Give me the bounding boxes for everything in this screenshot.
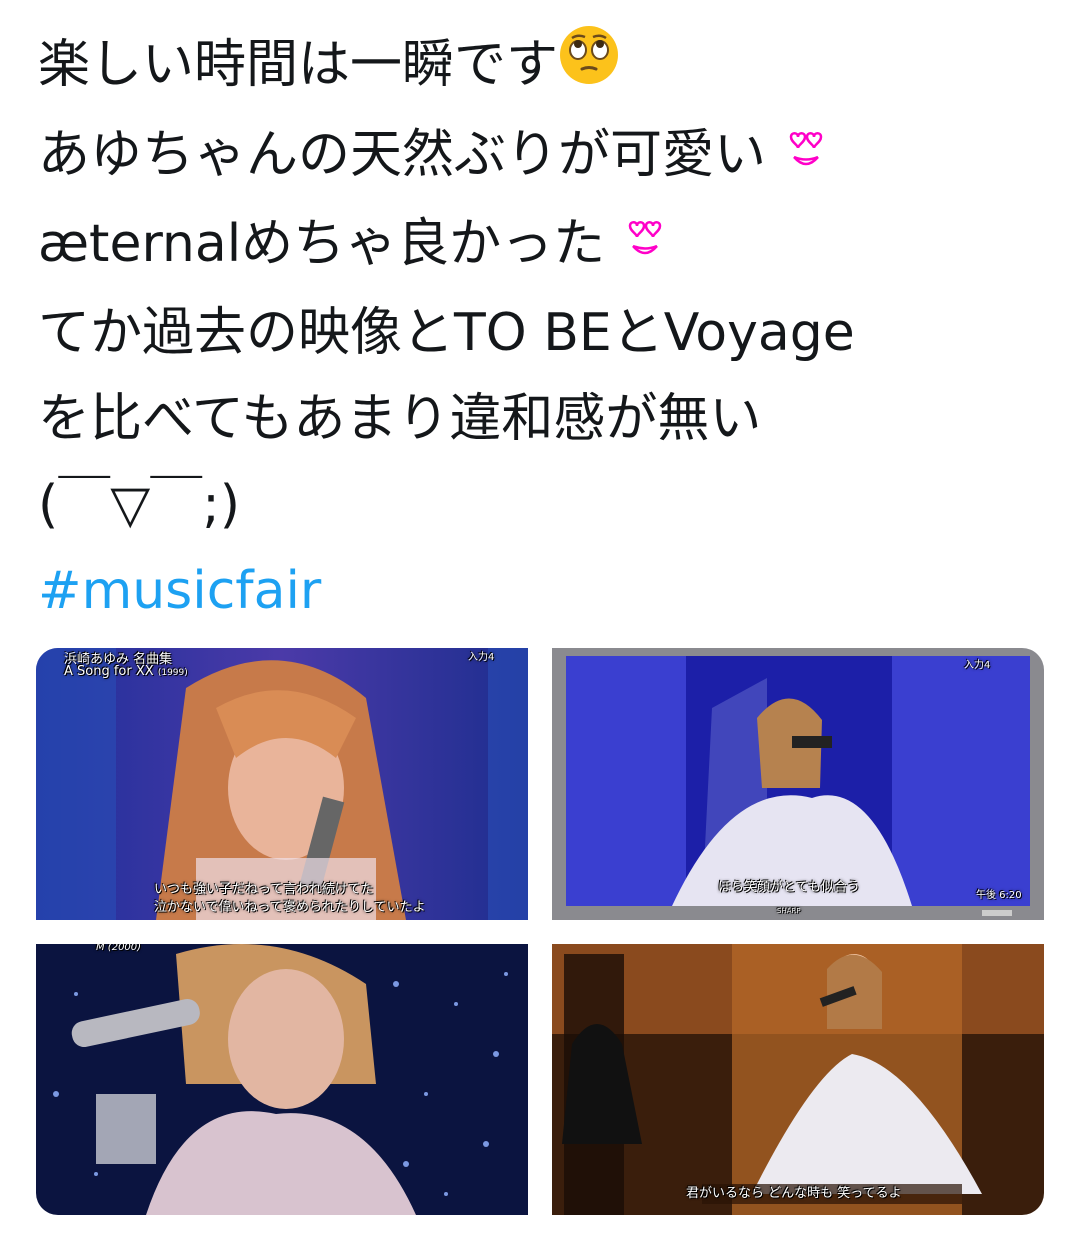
tweet-line: (￣▽￣;) bbox=[38, 475, 241, 535]
photo-3-image bbox=[36, 944, 528, 1215]
photo-1-subtitle-1: いつも強い子だねって言われ続けてた bbox=[154, 882, 374, 897]
media-grid: 浜崎あゆみ 名曲集 A Song for XX (1999) 入力4 いつも強い… bbox=[36, 648, 1044, 1215]
photo-3[interactable]: M (2000) bbox=[36, 944, 528, 1215]
tweet-line: 楽しい時間は一瞬です bbox=[38, 22, 1048, 112]
photo-1-year-text: (1999) bbox=[157, 668, 188, 678]
face-with-rolling-eyes-emoji bbox=[558, 24, 620, 112]
photo-2-input-overlay: 入力4 bbox=[964, 660, 991, 671]
photo-4-subtitle-1: 君がいるなら どんな時も 笑ってるよ bbox=[686, 1186, 902, 1201]
smiling-face-with-heart-eyes-emoji bbox=[783, 115, 829, 201]
photo-1-input-overlay: 入力4 bbox=[468, 652, 495, 663]
photo-2-time-overlay: 午後 6:20 bbox=[976, 890, 1022, 901]
hashtag-link[interactable]: #musicfair bbox=[38, 548, 1048, 634]
tweet-text: 楽しい時間は一瞬です あゆちゃんの天然ぶりが可愛い æternalめちゃ良かった… bbox=[38, 22, 1048, 634]
photo-2-subtitle-1: ほら笑顔がとても似合う bbox=[718, 880, 860, 895]
photo-4[interactable]: 君がいるなら どんな時も 笑ってるよ bbox=[552, 944, 1044, 1215]
smiling-face-with-heart-eyes-emoji bbox=[622, 204, 668, 290]
tweet-line-text: 楽しい時間は一瞬です bbox=[38, 35, 559, 95]
tweet-line: あゆちゃんの天然ぶりが可愛い bbox=[38, 112, 1048, 201]
photo-4-image bbox=[552, 944, 1044, 1215]
photo-1-song-overlay: A Song for XX (1999) bbox=[64, 664, 188, 679]
photo-1-song-text: A Song for XX bbox=[64, 664, 154, 679]
photo-1-subtitle-2: 泣かないで偉いねって褒められたりしていたよ bbox=[154, 900, 426, 915]
tweet-line: を比べてもあまり違和感が無い bbox=[38, 389, 762, 449]
photo-1[interactable]: 浜崎あゆみ 名曲集 A Song for XX (1999) 入力4 いつも強い… bbox=[36, 648, 528, 920]
photo-2[interactable]: 入力4 ほら笑顔がとても似合う 午後 6:20 SHARP bbox=[552, 648, 1044, 920]
photo-3-year-overlay: M (2000) bbox=[96, 944, 142, 953]
tweet-line: æternalめちゃ良かった bbox=[38, 201, 1048, 290]
tweet-line-text: æternalめちゃ良かった bbox=[38, 214, 606, 274]
photo-2-brand-overlay: SHARP bbox=[777, 907, 801, 915]
tweet-line-text: あゆちゃんの天然ぶりが可愛い bbox=[38, 125, 767, 185]
tweet-line: てか過去の映像とTO BEとVoyage bbox=[38, 303, 855, 363]
